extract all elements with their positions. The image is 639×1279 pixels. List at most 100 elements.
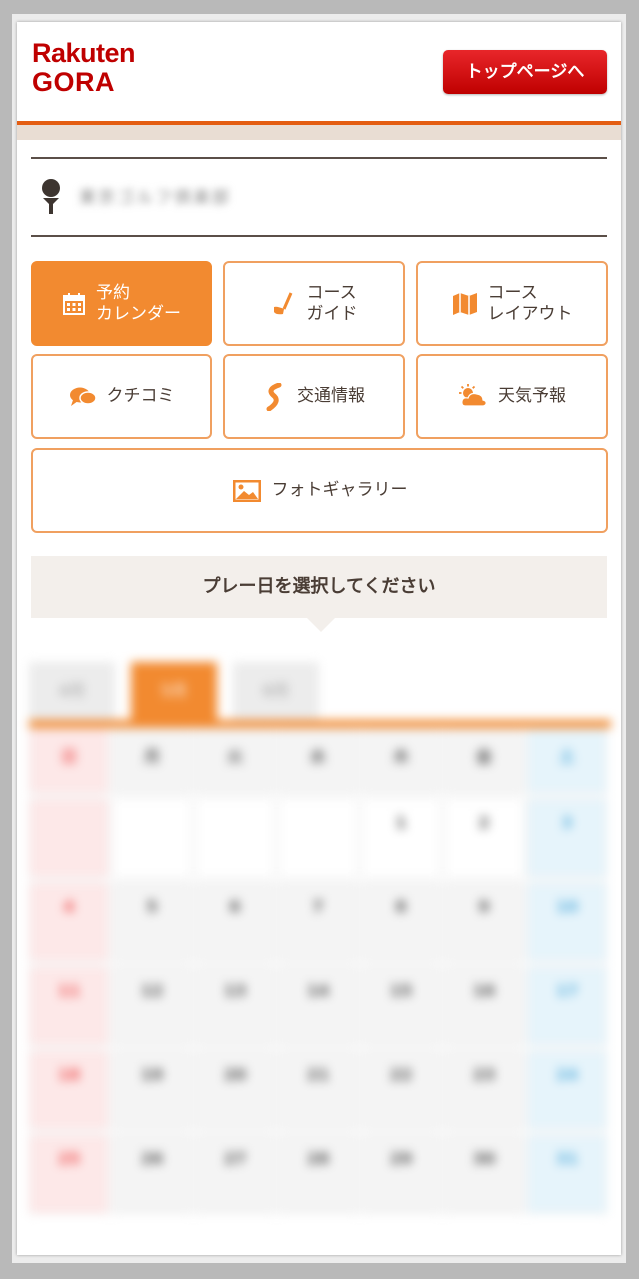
day-number: 15 bbox=[389, 981, 413, 1000]
day-number: 14 bbox=[306, 981, 330, 1000]
calendar-day[interactable]: 6 bbox=[195, 882, 275, 962]
nav-label-line2: カレンダー bbox=[96, 303, 181, 324]
day-number: 27 bbox=[223, 1149, 247, 1168]
prompt-arrow bbox=[307, 618, 335, 632]
calendar-day bbox=[278, 798, 358, 878]
course-title: 東京ゴルフ倶楽部 bbox=[31, 159, 607, 236]
calendar-day[interactable]: 7 bbox=[278, 882, 358, 962]
day-number: 7 bbox=[312, 897, 324, 916]
month-tab[interactable]: 4月 bbox=[29, 662, 115, 720]
calendar-day[interactable]: 19 bbox=[112, 1050, 192, 1130]
day-number: 9 bbox=[478, 897, 490, 916]
golf-tee-icon bbox=[39, 178, 63, 220]
calendar-day[interactable]: 3 bbox=[527, 798, 607, 878]
day-number: 1 bbox=[395, 813, 407, 832]
rakuten-gora-logo[interactable]: Rakuten GORA bbox=[32, 38, 136, 97]
weekday-header: 金 bbox=[444, 728, 524, 794]
weekday-header: 日 bbox=[29, 728, 109, 794]
day-number: 31 bbox=[555, 1149, 579, 1168]
calendar-day[interactable]: 10 bbox=[527, 882, 607, 962]
nav-reservation-calendar[interactable]: 予約 カレンダー bbox=[31, 261, 212, 346]
page-frame: Rakuten GORA トップページへ 東京ゴルフ倶楽部 予約 カレンダー コ… bbox=[17, 22, 621, 1255]
weekday-header: 月 bbox=[112, 728, 192, 794]
calendar-day[interactable]: 21 bbox=[278, 1050, 358, 1130]
calendar-day[interactable]: 1 bbox=[361, 798, 441, 878]
nav-photo-gallery[interactable]: フォトギャラリー bbox=[31, 448, 608, 533]
day-number: 2 bbox=[478, 813, 490, 832]
nav-label: 交通情報 bbox=[297, 386, 365, 406]
calendar-day[interactable]: 5 bbox=[112, 882, 192, 962]
calendar-day[interactable]: 2 bbox=[444, 798, 524, 878]
calendar-day[interactable]: 13 bbox=[195, 966, 275, 1046]
weekday-header: 木 bbox=[361, 728, 441, 794]
weekday-label: 木 bbox=[392, 747, 409, 766]
nav-course-guide[interactable]: コース ガイド bbox=[223, 261, 405, 346]
calendar-icon bbox=[62, 292, 86, 316]
weekday-label: 火 bbox=[226, 747, 243, 766]
weekday-label: 日 bbox=[60, 747, 77, 766]
nav-reviews[interactable]: クチコミ bbox=[31, 354, 212, 439]
calendar-day[interactable]: 20 bbox=[195, 1050, 275, 1130]
calendar-day[interactable]: 24 bbox=[527, 1050, 607, 1130]
weekday-header: 土 bbox=[527, 728, 607, 794]
calendar-day[interactable]: 31 bbox=[527, 1134, 607, 1214]
day-number: 18 bbox=[57, 1065, 81, 1084]
calendar-day[interactable]: 4 bbox=[29, 882, 109, 962]
day-number: 24 bbox=[555, 1065, 579, 1084]
nav-label: 天気予報 bbox=[498, 386, 566, 406]
day-number: 12 bbox=[140, 981, 164, 1000]
day-number: 29 bbox=[389, 1149, 413, 1168]
logo-line1: Rakuten bbox=[32, 38, 136, 68]
calendar-day[interactable]: 23 bbox=[444, 1050, 524, 1130]
weekday-label: 水 bbox=[309, 747, 326, 766]
month-tab[interactable]: 6月 bbox=[233, 662, 319, 720]
day-number: 28 bbox=[306, 1149, 330, 1168]
calendar-day[interactable]: 27 bbox=[195, 1134, 275, 1214]
calendar-day[interactable]: 16 bbox=[444, 966, 524, 1046]
calendar-day[interactable]: 30 bbox=[444, 1134, 524, 1214]
top-page-button[interactable]: トップページへ bbox=[443, 50, 607, 94]
weekday-header: 火 bbox=[195, 728, 275, 794]
calendar-day[interactable]: 17 bbox=[527, 966, 607, 1046]
calendar-day bbox=[195, 798, 275, 878]
day-number: 13 bbox=[223, 981, 247, 1000]
day-number: 4 bbox=[63, 897, 75, 916]
calendar-day[interactable]: 9 bbox=[444, 882, 524, 962]
day-number: 22 bbox=[389, 1065, 413, 1084]
calendar-day[interactable]: 28 bbox=[278, 1134, 358, 1214]
logo-line2: GORA bbox=[32, 67, 115, 97]
weather-icon bbox=[458, 383, 488, 410]
calendar-day[interactable]: 15 bbox=[361, 966, 441, 1046]
day-number: 16 bbox=[472, 981, 496, 1000]
day-number: 6 bbox=[229, 897, 241, 916]
golf-club-icon bbox=[271, 291, 297, 317]
day-number: 21 bbox=[306, 1065, 330, 1084]
calendar-day[interactable]: 12 bbox=[112, 966, 192, 1046]
calendar-day[interactable]: 18 bbox=[29, 1050, 109, 1130]
weekday-label: 土 bbox=[558, 747, 575, 766]
calendar-day[interactable]: 26 bbox=[112, 1134, 192, 1214]
reservation-calendar: 4月 5月 6月 日月火水木金土 1 2 3 4 5 6 7 8 9 10 11 12 13 14 15 16 1… bbox=[29, 662, 611, 1242]
chat-bubbles-icon bbox=[69, 385, 97, 409]
calendar-day bbox=[112, 798, 192, 878]
calendar-day[interactable]: 8 bbox=[361, 882, 441, 962]
weekday-header: 水 bbox=[278, 728, 358, 794]
month-tab-active[interactable]: 5月 bbox=[131, 662, 217, 720]
nav-weather[interactable]: 天気予報 bbox=[416, 354, 608, 439]
nav-label: クチコミ bbox=[106, 386, 175, 406]
day-number: 8 bbox=[395, 897, 407, 916]
nav-label-line1: コース bbox=[487, 282, 538, 303]
day-number: 20 bbox=[223, 1065, 247, 1084]
nav-label: フォトギャラリー bbox=[271, 480, 408, 500]
day-number: 17 bbox=[555, 981, 579, 1000]
weekday-label: 金 bbox=[475, 747, 492, 766]
nav-label-line1: コース bbox=[306, 282, 357, 303]
day-number: 19 bbox=[140, 1065, 164, 1084]
nav-access[interactable]: 交通情報 bbox=[223, 354, 405, 439]
calendar-day[interactable]: 22 bbox=[361, 1050, 441, 1130]
calendar-day[interactable]: 11 bbox=[29, 966, 109, 1046]
calendar-day[interactable]: 29 bbox=[361, 1134, 441, 1214]
calendar-day[interactable]: 25 bbox=[29, 1134, 109, 1214]
nav-course-layout[interactable]: コース レイアウト bbox=[416, 261, 608, 346]
calendar-day[interactable]: 14 bbox=[278, 966, 358, 1046]
